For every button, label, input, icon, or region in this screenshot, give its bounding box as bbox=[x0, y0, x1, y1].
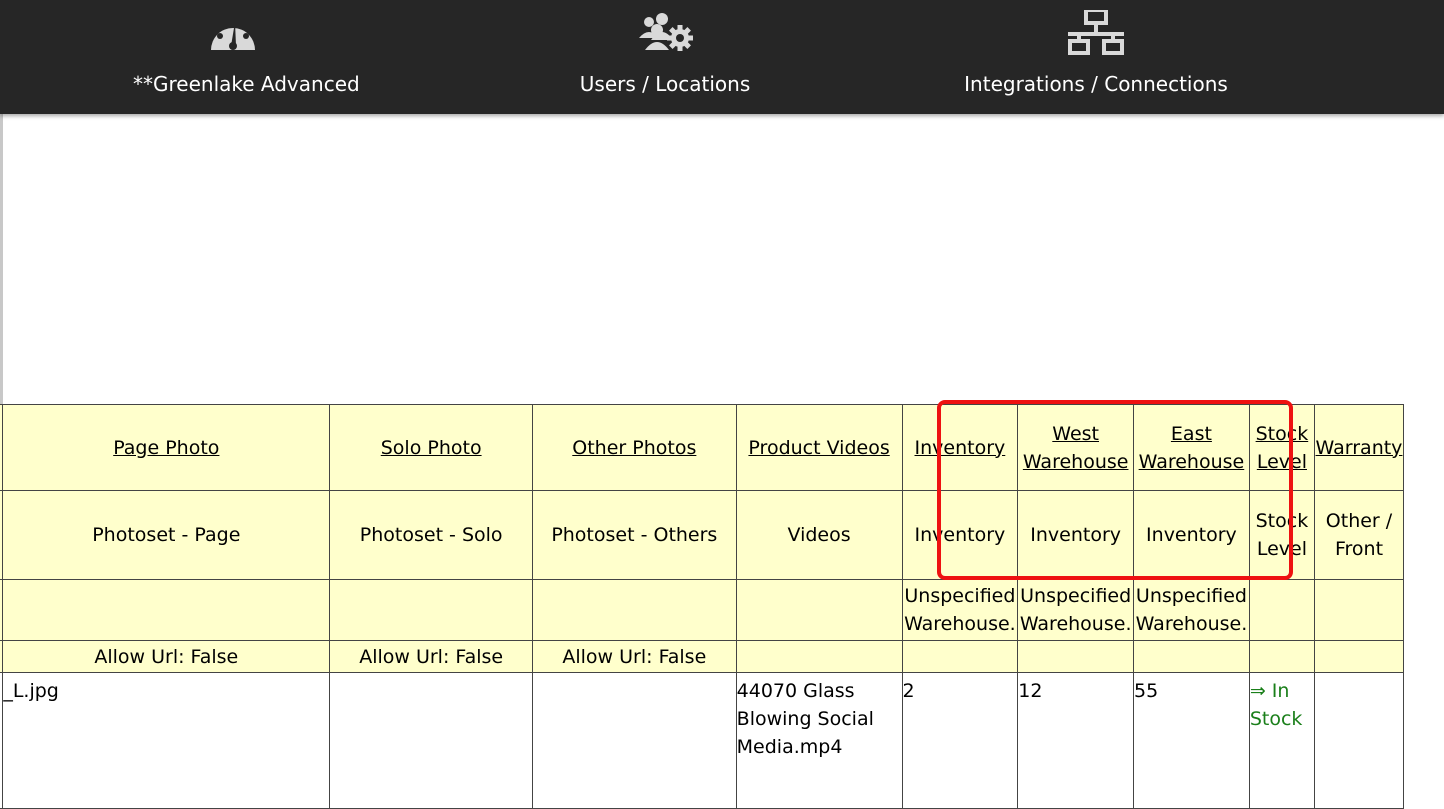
product-fields-table: Page Photo Solo Photo Other Photos Produ… bbox=[0, 404, 1404, 809]
header-link-solo-photo[interactable]: Solo Photo bbox=[381, 437, 482, 459]
data-cell-other-photos bbox=[532, 672, 737, 809]
warehouse-cell: Unspecified Warehouse. bbox=[1017, 579, 1135, 641]
subheader-row: Photoset - Page Photoset - Solo Photoset… bbox=[0, 490, 1404, 580]
header-link-product-videos[interactable]: Product Videos bbox=[748, 437, 889, 459]
table-row: _L.jpg 44070 Glass Blowing Social Media.… bbox=[0, 672, 1404, 809]
warehouse-row: Unspecified Warehouse. Unspecified Wareh… bbox=[0, 579, 1404, 641]
header-link-page-photo[interactable]: Page Photo bbox=[113, 437, 219, 459]
data-cell-east-warehouse: 55 bbox=[1133, 672, 1250, 809]
dashboard-gauge-icon bbox=[203, 10, 263, 56]
subheader-cell: Other / Front bbox=[1314, 490, 1404, 580]
allow-url-cell bbox=[1133, 640, 1250, 673]
allow-url-cell bbox=[1248, 640, 1316, 673]
subheader-cell: Stock Level bbox=[1248, 490, 1316, 580]
header-row: Page Photo Solo Photo Other Photos Produ… bbox=[0, 404, 1404, 491]
data-cell-west-warehouse: 12 bbox=[1017, 672, 1135, 809]
header-link-inventory[interactable]: Inventory bbox=[915, 437, 1006, 459]
subheader-cell: Inventory bbox=[901, 490, 1019, 580]
header-cell: Product Videos bbox=[735, 404, 903, 491]
warehouse-cell bbox=[2, 579, 331, 641]
header-link-west-warehouse[interactable]: West Warehouse bbox=[1023, 423, 1129, 473]
header-cell: East Warehouse bbox=[1133, 404, 1250, 491]
network-icon bbox=[1066, 8, 1126, 56]
subheader-cell: Photoset - Page bbox=[2, 490, 331, 580]
nav-label: Users / Locations bbox=[579, 72, 751, 96]
header-cell: West Warehouse bbox=[1017, 404, 1135, 491]
allow-url-row: Allow Url: False Allow Url: False Allow … bbox=[0, 640, 1404, 673]
nav-item-users-locations[interactable]: Users / Locations bbox=[565, 0, 765, 114]
top-navigation-bar: **Greenlake Advanced Users / Locations I… bbox=[0, 0, 1444, 114]
warehouse-cell bbox=[329, 579, 534, 641]
allow-url-cell bbox=[901, 640, 1019, 673]
header-link-warranty[interactable]: Warranty bbox=[1316, 437, 1403, 459]
allow-url-cell bbox=[735, 640, 903, 673]
header-cell: Inventory bbox=[901, 404, 1019, 491]
warehouse-cell: Unspecified Warehouse. bbox=[901, 579, 1019, 641]
subheader-cell: Inventory bbox=[1133, 490, 1250, 580]
header-link-other-photos[interactable]: Other Photos bbox=[572, 437, 696, 459]
warehouse-cell: Unspecified Warehouse. bbox=[1133, 579, 1250, 641]
data-cell-product-videos: 44070 Glass Blowing Social Media.mp4 bbox=[735, 672, 903, 809]
allow-url-cell: Allow Url: False bbox=[329, 640, 534, 673]
header-cell: Warranty bbox=[1314, 404, 1404, 491]
data-cell-stock-level: ⇒ In Stock bbox=[1248, 672, 1316, 809]
warehouse-cell bbox=[1248, 579, 1316, 641]
subheader-cell: Photoset - Solo bbox=[329, 490, 534, 580]
data-cell-inventory: 2 bbox=[901, 672, 1019, 809]
data-cell-solo-photo bbox=[329, 672, 534, 809]
content-area: Page Photo Solo Photo Other Photos Produ… bbox=[0, 114, 1444, 809]
header-link-stock-level[interactable]: Stock Level bbox=[1256, 423, 1309, 473]
allow-url-cell: Allow Url: False bbox=[532, 640, 737, 673]
data-cell-page-photo: _L.jpg bbox=[2, 672, 331, 809]
warehouse-cell bbox=[735, 579, 903, 641]
allow-url-cell bbox=[1314, 640, 1404, 673]
nav-label: Integrations / Connections bbox=[964, 72, 1228, 96]
subheader-cell: Photoset - Others bbox=[532, 490, 737, 580]
nav-item-greenlake-advanced[interactable]: **Greenlake Advanced bbox=[133, 0, 360, 114]
users-gear-icon bbox=[635, 10, 695, 56]
header-cell: Page Photo bbox=[2, 404, 331, 491]
data-cell-warranty bbox=[1314, 672, 1404, 809]
subheader-cell: Videos bbox=[735, 490, 903, 580]
allow-url-cell bbox=[1017, 640, 1135, 673]
nav-item-integrations-connections[interactable]: Integrations / Connections bbox=[960, 0, 1232, 114]
header-cell: Solo Photo bbox=[329, 404, 534, 491]
warehouse-cell bbox=[532, 579, 737, 641]
header-cell: Other Photos bbox=[532, 404, 737, 491]
header-link-east-warehouse[interactable]: East Warehouse bbox=[1139, 423, 1245, 473]
allow-url-cell: Allow Url: False bbox=[2, 640, 331, 673]
nav-label: **Greenlake Advanced bbox=[133, 72, 360, 96]
header-cell: Stock Level bbox=[1248, 404, 1316, 491]
warehouse-cell bbox=[1314, 579, 1404, 641]
subheader-cell: Inventory bbox=[1017, 490, 1135, 580]
